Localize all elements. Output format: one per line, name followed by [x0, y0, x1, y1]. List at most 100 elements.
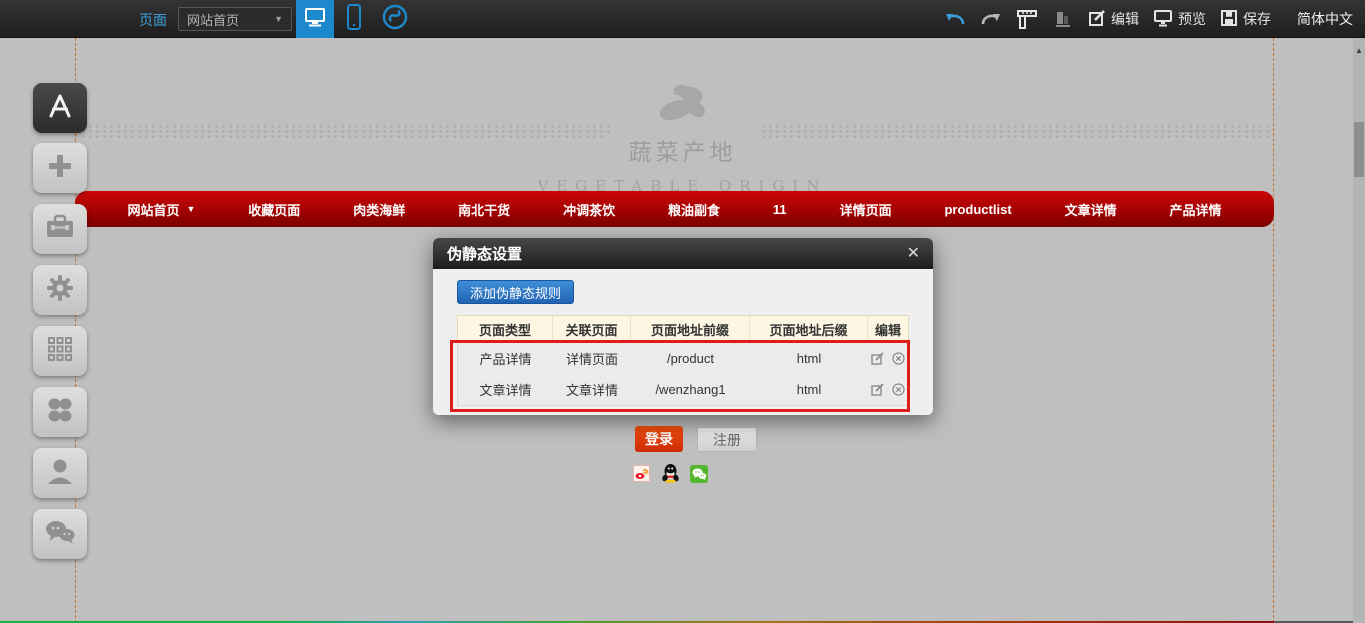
undo-button[interactable] [944, 8, 966, 30]
page-scrollbar: ▲ [1353, 38, 1365, 623]
sidebar-grid-button[interactable] [33, 326, 87, 376]
vegetable-logo-icon [0, 78, 1365, 131]
redo-button[interactable] [980, 8, 1002, 30]
cell-page-type: 文章详情 [458, 374, 553, 405]
cell-url-prefix: /product [631, 343, 750, 374]
register-button[interactable]: 注册 [697, 427, 757, 452]
dialog-title: 伪静态设置 [447, 243, 522, 264]
row-delete-icon[interactable] [892, 352, 905, 365]
site-title: 蔬菜产地 [603, 133, 763, 167]
page-select-value: 网站首页 [187, 10, 239, 29]
ruler-button[interactable] [1016, 8, 1038, 30]
sidebar-wechat-button[interactable] [33, 509, 87, 559]
sidebar-design-button[interactable] [33, 83, 87, 133]
cell-actions [868, 343, 908, 374]
clover-icon [45, 395, 75, 430]
scrollbar-thumb[interactable] [1354, 122, 1364, 177]
gear-icon [45, 273, 75, 308]
cell-page-type: 产品详情 [458, 343, 553, 374]
wechat-icon[interactable] [690, 465, 708, 483]
row-edit-icon[interactable] [871, 383, 884, 396]
weibo-icon[interactable] [633, 465, 651, 483]
header-url-prefix: 页面地址前缀 [631, 316, 750, 342]
right-guide-line [1273, 38, 1274, 623]
preview-button-label: 预览 [1178, 9, 1206, 29]
phone-icon [346, 4, 362, 35]
page-select[interactable]: 网站首页 ▼ [178, 7, 292, 31]
save-floppy-icon [1220, 9, 1238, 30]
nav-item-home[interactable]: 网站首页▼ [127, 200, 195, 219]
nav-dropdown-icon: ▼ [186, 204, 195, 214]
nav-item-tea-drinks[interactable]: 冲调茶饮 [563, 200, 615, 219]
save-button[interactable]: 保存 [1220, 9, 1271, 30]
toolbar-right-group: 编辑 预览 保存 简体中文 [944, 0, 1353, 38]
site-logo: 蔬菜产地 VEGETABLE ORIGIN [0, 78, 1365, 195]
sidebar-toolbox-button[interactable] [33, 204, 87, 254]
header-actions: 编辑 [868, 316, 908, 342]
plus-icon [45, 151, 75, 186]
qq-icon[interactable] [661, 463, 679, 481]
nav-item-favorites[interactable]: 收藏页面 [248, 200, 300, 219]
login-button[interactable]: 登录 [635, 426, 683, 452]
circle-s-icon [380, 2, 410, 37]
pseudo-static-dialog: 伪静态设置 ✕ 添加伪静态规则 页面类型 关联页面 页面地址前缀 页面地址后缀 … [433, 238, 933, 415]
nav-item-productlist[interactable]: productlist [944, 202, 1011, 217]
page-label: 页面 [139, 10, 167, 30]
cell-url-suffix: html [750, 374, 868, 405]
app-brand-button[interactable] [377, 2, 413, 36]
sidebar-settings-button[interactable] [33, 265, 87, 315]
row-edit-icon[interactable] [871, 352, 884, 365]
nav-item-dry-goods[interactable]: 南北干货 [458, 200, 510, 219]
site-nav-bar: 网站首页▼ 收藏页面 肉类海鲜 南北干货 冲调茶饮 粮油副食 11 详情页面 p… [75, 191, 1274, 227]
edit-button-label: 编辑 [1111, 9, 1139, 29]
dialog-titlebar[interactable]: 伪静态设置 ✕ [433, 238, 933, 269]
add-rule-button[interactable]: 添加伪静态规则 [457, 280, 574, 304]
grid-icon [46, 335, 74, 368]
toolbox-icon [44, 213, 76, 246]
table-row: 产品详情 详情页面 /product html [458, 343, 908, 374]
sidebar-add-module-button[interactable] [33, 143, 87, 193]
cell-linked-page: 文章详情 [553, 374, 631, 405]
table-row: 文章详情 文章详情 /wenzhang1 html [458, 374, 908, 405]
header-page-type: 页面类型 [458, 316, 553, 342]
cell-actions [868, 374, 908, 405]
chat-bubbles-icon [43, 518, 77, 551]
person-icon [45, 456, 75, 491]
preview-button[interactable]: 预览 [1153, 9, 1206, 30]
close-icon[interactable]: ✕ [907, 246, 920, 262]
nav-item-article-detail[interactable]: 文章详情 [1065, 200, 1117, 219]
rules-table: 页面类型 关联页面 页面地址前缀 页面地址后缀 编辑 产品详情 详情页面 /pr… [457, 315, 909, 406]
header-linked-page: 关联页面 [553, 316, 631, 342]
chevron-down-icon: ▼ [274, 14, 283, 24]
column-chart-icon [1053, 9, 1073, 29]
nav-item-detail-page[interactable]: 详情页面 [840, 200, 892, 219]
columns-button[interactable] [1052, 8, 1074, 30]
language-switch[interactable]: 简体中文 [1297, 9, 1353, 29]
edit-button[interactable]: 编辑 [1088, 9, 1139, 30]
scroll-up-arrow[interactable]: ▲ [1353, 46, 1365, 55]
desktop-view-button[interactable] [296, 0, 334, 38]
rules-table-header: 页面类型 关联页面 页面地址前缀 页面地址后缀 编辑 [457, 315, 909, 343]
app-store-icon [44, 91, 76, 126]
row-delete-icon[interactable] [892, 383, 905, 396]
nav-item-grain-oil[interactable]: 粮油副食 [668, 200, 720, 219]
cell-url-prefix: /wenzhang1 [631, 374, 750, 405]
nav-item-meat-seafood[interactable]: 肉类海鲜 [353, 200, 405, 219]
top-toolbar: 页面 网站首页 ▼ [0, 0, 1365, 38]
cell-linked-page: 详情页面 [553, 343, 631, 374]
sidebar-modules-button[interactable] [33, 387, 87, 437]
dialog-body: 添加伪静态规则 页面类型 关联页面 页面地址前缀 页面地址后缀 编辑 产品详情 … [433, 269, 933, 415]
cell-url-suffix: html [750, 343, 868, 374]
undo-icon [944, 10, 966, 28]
ruler-icon [1016, 8, 1038, 30]
header-url-suffix: 页面地址后缀 [750, 316, 868, 342]
editor-stage: 页面 网站首页 ▼ [0, 0, 1365, 623]
save-button-label: 保存 [1243, 9, 1271, 29]
nav-item-product-detail[interactable]: 产品详情 [1169, 200, 1221, 219]
edit-pencil-icon [1088, 9, 1106, 30]
monitor-icon [304, 6, 326, 33]
sidebar-member-button[interactable] [33, 448, 87, 498]
nav-item-11[interactable]: 11 [773, 202, 787, 217]
rules-table-body: 产品详情 详情页面 /product html 文章详情 文章详情 /wenzh… [457, 343, 909, 406]
mobile-view-button[interactable] [340, 0, 368, 38]
